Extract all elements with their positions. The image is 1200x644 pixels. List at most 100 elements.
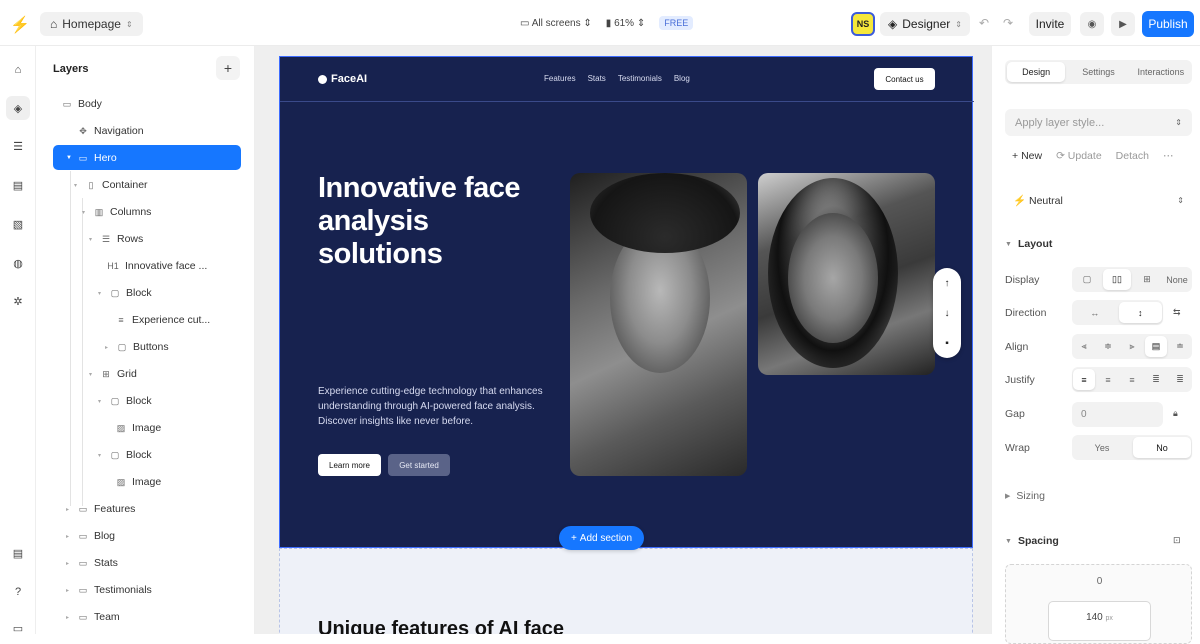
display-none-option[interactable]: None bbox=[1163, 269, 1191, 290]
layer-item-features[interactable]: ▸ ▭ Features bbox=[66, 498, 135, 520]
update-style-button[interactable]: ⟳ Update bbox=[1056, 150, 1102, 162]
nav-link-stats[interactable]: Stats bbox=[588, 74, 606, 83]
database-icon[interactable]: ☰ bbox=[6, 134, 30, 158]
reverse-direction-icon[interactable]: ⇆ bbox=[1173, 307, 1181, 318]
layer-item-image[interactable]: ▨ Image bbox=[115, 417, 161, 439]
redo-icon[interactable]: ↷ bbox=[1003, 16, 1013, 30]
layer-item-testimonials[interactable]: ▸ ▭ Testimonials bbox=[66, 579, 152, 601]
hero-section[interactable]: FaceAI Features Stats Testimonials Blog … bbox=[279, 56, 974, 548]
sizing-section-header[interactable]: ▶ Sizing bbox=[1005, 487, 1045, 505]
padding-top-value[interactable]: 140 px bbox=[1049, 612, 1150, 623]
chat-icon[interactable]: ▭ bbox=[6, 616, 30, 640]
publish-button[interactable]: Publish bbox=[1142, 11, 1194, 37]
tab-interactions[interactable]: Interactions bbox=[1132, 62, 1190, 82]
justify-around-option[interactable]: ≣ bbox=[1169, 369, 1191, 390]
layer-item-text[interactable]: ≡ Experience cut... bbox=[115, 309, 210, 331]
display-grid-option[interactable]: ⊞ bbox=[1133, 269, 1161, 290]
justify-center-option[interactable]: ≡ bbox=[1097, 369, 1119, 390]
wrap-yes-option[interactable]: Yes bbox=[1073, 437, 1131, 458]
nav-link-features[interactable]: Features bbox=[544, 74, 576, 83]
layer-item-grid[interactable]: ▾ ⊞ Grid bbox=[89, 363, 137, 385]
layer-item-rows[interactable]: ▾ ☰ Rows bbox=[89, 228, 143, 250]
contact-button[interactable]: Contact us bbox=[874, 68, 935, 90]
tab-settings[interactable]: Settings bbox=[1069, 62, 1127, 82]
hero-subtext[interactable]: Experience cutting-edge technology that … bbox=[318, 384, 548, 429]
site-brand[interactable]: FaceAI bbox=[318, 73, 367, 85]
help-icon[interactable]: ? bbox=[6, 580, 30, 604]
justify-start-option[interactable]: ≡ bbox=[1073, 369, 1095, 390]
lock-icon[interactable]: 🔒︎ bbox=[1173, 408, 1178, 419]
arrow-down-icon[interactable]: ↓ bbox=[933, 308, 961, 319]
layer-item-block[interactable]: ▾ ▢ Block bbox=[98, 282, 152, 304]
zoom-selector[interactable]: ▮ 61% ⇕ bbox=[606, 18, 645, 29]
assets-icon[interactable]: ▧ bbox=[6, 212, 30, 236]
app-logo[interactable]: ⚡ bbox=[10, 15, 30, 35]
page-icon[interactable]: ▤ bbox=[6, 173, 30, 197]
display-flex-option[interactable]: ▯▯ bbox=[1103, 269, 1131, 290]
align-start-option[interactable]: ⫷ bbox=[1073, 336, 1095, 357]
layer-item-block[interactable]: ▾ ▢ Block bbox=[98, 444, 152, 466]
margin-top-value[interactable]: 0 bbox=[1006, 576, 1193, 587]
layer-item-heading[interactable]: H1 Innovative face ... bbox=[106, 255, 207, 277]
more-icon[interactable]: ⋯ bbox=[1163, 150, 1174, 162]
check-icon[interactable]: ◉ bbox=[1080, 12, 1104, 36]
avatar[interactable]: NS bbox=[851, 12, 875, 36]
justify-end-option[interactable]: ≡ bbox=[1121, 369, 1143, 390]
layer-item-navigation[interactable]: ✥ Navigation bbox=[77, 120, 143, 142]
align-end-option[interactable]: ⫸ bbox=[1121, 336, 1143, 357]
screens-selector[interactable]: ▭ All screens ⇕ bbox=[520, 18, 592, 29]
learn-more-button[interactable]: Learn more bbox=[318, 454, 381, 476]
portrait-image-man[interactable] bbox=[570, 173, 747, 476]
add-layer-button[interactable]: + bbox=[216, 56, 240, 80]
design-canvas[interactable]: FaceAI Features Stats Testimonials Blog … bbox=[255, 46, 991, 634]
layer-item-team[interactable]: ▸ ▭ Team bbox=[66, 606, 120, 628]
layers-icon[interactable]: ◈ bbox=[6, 96, 30, 120]
layout-section-header[interactable]: ▼ Layout bbox=[1005, 235, 1052, 253]
get-started-button[interactable]: Get started bbox=[388, 454, 450, 476]
features-title[interactable]: Unique features of AI face bbox=[318, 618, 564, 634]
undo-icon[interactable]: ↶ bbox=[979, 16, 989, 30]
invite-button[interactable]: Invite bbox=[1029, 12, 1071, 36]
gap-input[interactable]: 0 bbox=[1072, 402, 1163, 427]
align-center-option[interactable]: ≑ bbox=[1097, 336, 1119, 357]
layer-style-select[interactable]: Apply layer style... ⇕ bbox=[1005, 109, 1192, 136]
new-style-button[interactable]: + New bbox=[1012, 150, 1042, 162]
portrait-image-woman[interactable] bbox=[758, 173, 935, 375]
home-icon[interactable]: ⌂ bbox=[6, 58, 30, 82]
plan-badge[interactable]: FREE bbox=[659, 16, 694, 30]
spacing-section-header[interactable]: ▼ Spacing bbox=[1005, 532, 1059, 550]
wrap-no-option[interactable]: No bbox=[1133, 437, 1191, 458]
page-selector[interactable]: ⌂ Homepage ⇕ bbox=[40, 12, 143, 36]
layer-item-columns[interactable]: ▾ ▥ Columns bbox=[82, 201, 151, 223]
display-block-option[interactable]: ▢ bbox=[1073, 269, 1101, 290]
trash-icon[interactable]: ▪ bbox=[933, 338, 961, 349]
add-section-button[interactable]: + Add section bbox=[559, 526, 644, 550]
layer-item-body[interactable]: ▭ Body bbox=[61, 93, 102, 115]
layer-item-container[interactable]: ▾ ▯ Container bbox=[74, 174, 148, 196]
layer-item-blog[interactable]: ▸ ▭ Blog bbox=[66, 525, 115, 547]
nav-link-blog[interactable]: Blog bbox=[674, 74, 690, 83]
tab-design[interactable]: Design bbox=[1007, 62, 1066, 82]
detach-style-button[interactable]: Detach bbox=[1116, 150, 1149, 162]
nav-link-testimonials[interactable]: Testimonials bbox=[618, 74, 662, 83]
justify-between-option[interactable]: ≣ bbox=[1145, 369, 1167, 390]
layer-item-stats[interactable]: ▸ ▭ Stats bbox=[66, 552, 118, 574]
layer-item-image[interactable]: ▨ Image bbox=[115, 471, 161, 493]
theme-select[interactable]: ⚡ Neutral ⇕ bbox=[1005, 189, 1192, 211]
layer-item-block[interactable]: ▾ ▢ Block bbox=[98, 390, 152, 412]
book-icon[interactable]: ▤ bbox=[6, 541, 30, 565]
arrow-up-icon[interactable]: ↑ bbox=[933, 278, 961, 289]
mode-selector[interactable]: ◈ Designer ⇕ bbox=[880, 12, 970, 36]
direction-column-option[interactable]: ↕ bbox=[1118, 302, 1162, 323]
direction-row-option[interactable]: ↔ bbox=[1073, 302, 1117, 323]
features-section[interactable]: Unique features of AI face bbox=[279, 548, 973, 634]
align-baseline-option[interactable]: ≐ bbox=[1169, 336, 1191, 357]
globe-icon[interactable]: ◍ bbox=[6, 251, 30, 275]
layer-item-hero[interactable]: ▼ ▭ Hero bbox=[66, 147, 117, 169]
play-icon[interactable]: ▶ bbox=[1111, 12, 1135, 36]
align-stretch-option[interactable]: ▤ bbox=[1145, 336, 1167, 357]
spacing-link-icon[interactable]: ⊡ bbox=[1173, 535, 1181, 546]
hero-headline[interactable]: Innovative face analysis solutions bbox=[318, 172, 548, 271]
layer-item-buttons[interactable]: ▸ ▢ Buttons bbox=[105, 336, 169, 358]
gear-icon[interactable]: ✲ bbox=[6, 289, 30, 313]
